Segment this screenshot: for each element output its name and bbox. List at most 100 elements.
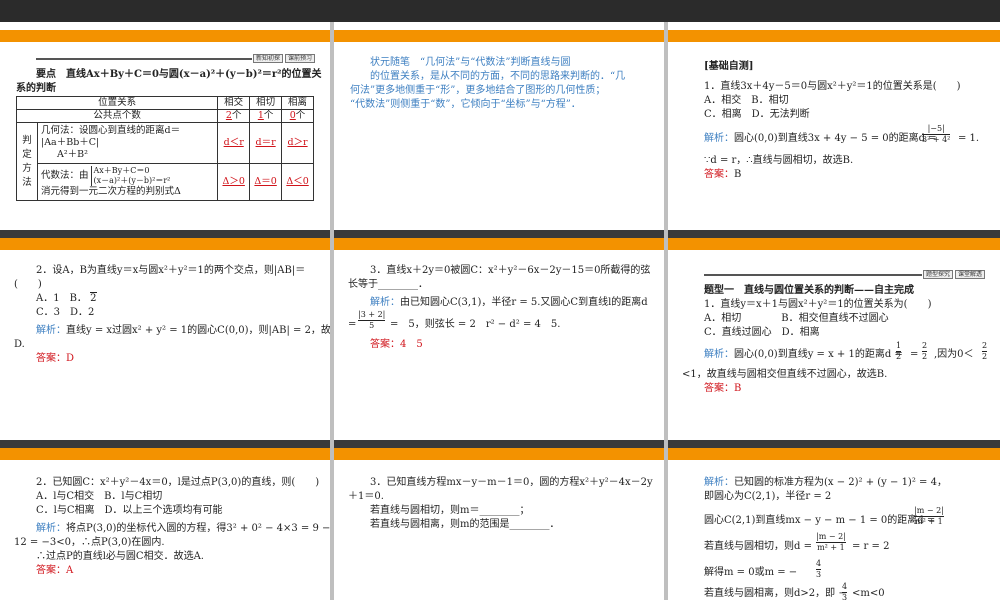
- tip-line: “代数法”则侧重于“数”，它倾向于“坐标”与“方程”．: [350, 99, 581, 110]
- question-text: 3．直线x＋2y＝0被圆C：x²＋y²－6x－2y－15＝0所截得的弦: [370, 265, 651, 276]
- solution-line: 即圆心为C(2,1)，半径r = 2: [704, 491, 832, 502]
- solution-text: = r = 2: [852, 541, 890, 552]
- fraction-denominator: 2: [982, 352, 988, 361]
- solution-line: ∵d = r，∴直线与圆相切，故选B.: [704, 155, 854, 166]
- solution-line: 若直线与圆相切，则d =: [704, 541, 812, 552]
- solution-label: 解析：: [36, 325, 66, 336]
- question-options: A．相切 B．相交但直线不过圆心: [704, 313, 889, 324]
- slide-header-bar: [0, 238, 330, 250]
- banner-tag: 课堂解透: [954, 270, 985, 279]
- alg-result: Δ＜0: [286, 176, 309, 187]
- unit-label: 个: [295, 110, 306, 121]
- fraction-numerator: 2: [982, 341, 988, 352]
- question-options: A．l与C相交 B．l与C相切: [36, 491, 163, 502]
- geo-denominator: A²＋B²: [57, 149, 88, 160]
- geo-line: 几何法：设圆心到直线的距离d＝: [41, 125, 181, 136]
- slide-4[interactable]: 2．设A，B为直线y＝x与圆x²＋y²＝1的两个交点，则|AB|＝ ( ) A．…: [0, 238, 330, 440]
- answer-label: 答案：: [36, 353, 66, 364]
- alg-result: Δ＞0: [222, 176, 245, 187]
- fraction-denominator: 3² + 4²: [922, 135, 951, 144]
- question-text: 若直线与圆相离，则m的范围是________．: [370, 519, 560, 530]
- fraction-numerator: 1: [896, 341, 902, 352]
- fraction-numerator: |m − 2|: [914, 506, 944, 517]
- slide-header-bar: [668, 238, 1000, 250]
- fraction-denominator: 5: [369, 321, 375, 330]
- solution-label: 解析：: [704, 349, 734, 360]
- section-heading: 题型一 直线与圆位置关系的判断——自主完成: [704, 285, 914, 296]
- method-char: 定: [22, 148, 32, 160]
- slide-1[interactable]: 新知初探 课前预习 要点 直线Ax＋By＋C＝0与圆(x－a)²＋(y－b)²＝…: [0, 30, 330, 230]
- solution-line: 解析：直线y = x过圆x² + y² = 1的圆心C(0,0)，则|AB| =…: [36, 324, 330, 338]
- question-options: C．3 D．2: [36, 307, 95, 318]
- slide-7[interactable]: 2．已知圆C：x²＋y²－4x＝0，l是过点P(3,0)的直线，则( ) A．l…: [0, 448, 330, 600]
- alg-line: 消元得到一元二次方程的判别式Δ: [41, 186, 181, 197]
- fraction-denominator: 2: [922, 352, 928, 361]
- solution-label: 解析：: [36, 523, 66, 534]
- fraction: 2 2: [982, 341, 988, 362]
- alg-line: 代数法：由: [41, 170, 89, 181]
- question-options: A．相交 B．相切: [704, 95, 789, 106]
- solution-label: 解析：: [704, 477, 734, 488]
- tip-line: 状元随笔 “几何法”与“代数法”判断直线与圆: [370, 57, 571, 68]
- tip-line: 何法”更多地侧重于“形”，更多地结合了图形的几何性质；: [350, 85, 606, 96]
- unit-label: 个: [231, 110, 242, 121]
- answer-line: 答案：D: [36, 352, 74, 366]
- answer-value: 4 5: [400, 339, 423, 350]
- solution-text: ,因为0＜: [934, 349, 974, 360]
- fraction: |m − 2| m² + 1: [816, 532, 846, 553]
- solution-text: 直线y = x过圆x² + y² = 1的圆心C(0,0)，则|AB| = 2，…: [66, 325, 330, 336]
- slide-9[interactable]: 解析：已知圆的标准方程为(x − 2)² + (y − 1)² = 4， 即圆心…: [668, 448, 1000, 600]
- solution-text: 将点P(3,0)的坐标代入圆的方程，得3² + 0² − 4×3 = 9 −: [66, 523, 330, 534]
- solution-line: 12 = −3<0，∴点P(3,0)在圆内.: [14, 537, 165, 548]
- answer-label: 答案：: [36, 565, 66, 576]
- fraction-denominator: m² + 1: [817, 543, 845, 552]
- solution-text: 已知圆的标准方程为(x − 2)² + (y − 1)² = 4，: [734, 477, 947, 488]
- slide-8[interactable]: 3．已知直线方程mx－y－m－1＝0，圆的方程x²＋y²－4x－2y ＋1＝0.…: [334, 448, 664, 600]
- answer-value: B: [734, 383, 742, 394]
- table-header: 位置关系: [15, 96, 219, 110]
- banner-tag: 新知初探: [252, 54, 283, 63]
- slide-header-bar: [0, 30, 330, 42]
- common-point-label: 公共点个数: [15, 109, 219, 123]
- question-text: ( ): [14, 279, 42, 290]
- solution-line: 若直线与圆相离，则d>2，即 −: [704, 588, 847, 599]
- solution-text: 由已知圆心C(3,1)，半径r = 5.又圆心C到直线l的距离d: [400, 297, 648, 308]
- solution-text: = 1.: [958, 133, 980, 144]
- fraction-numerator: |3 + 2|: [358, 310, 386, 321]
- answer-value: B: [734, 169, 742, 180]
- geometric-method: 几何法：设圆心到直线的距离d＝ |Aa＋Bb＋C| A²＋B²: [36, 122, 219, 164]
- section-banner: 新知初探 课前预习: [36, 54, 316, 63]
- fraction-numerator: 4: [842, 582, 848, 593]
- solution-line: ∴过点P的直线l必与圆C相交．故选A.: [36, 551, 204, 562]
- answer-label: 答案：: [704, 383, 734, 394]
- solution-line: 解析：圆心(0,0)到直线y = x + 1的距离d =: [704, 348, 903, 362]
- slide-header-bar: [334, 448, 664, 460]
- slide-header-bar: [668, 30, 1000, 42]
- slide-5[interactable]: 3．直线x＋2y＝0被圆C：x²＋y²－6x－2y－15＝0所截得的弦 长等于_…: [334, 238, 664, 440]
- fraction: 4 3: [816, 559, 822, 580]
- fraction: |3 + 2| 5: [358, 310, 386, 331]
- solution-label: 解析：: [704, 133, 734, 144]
- fraction: 1 2: [896, 341, 902, 362]
- fraction-numerator: 2: [922, 341, 928, 352]
- slide-3[interactable]: [基础自测] 1．直线3x＋4y－5＝0与圆x²＋y²＝1的位置关系是( ) A…: [668, 30, 1000, 230]
- alg-result: Δ＝0: [254, 176, 277, 187]
- solution-text: 圆心(0,0)到直线3x + 4y − 5 = 0的距离d =: [734, 133, 937, 144]
- fraction: 4 3: [842, 582, 848, 600]
- solution-text: =: [910, 349, 919, 360]
- fraction-denominator: 3: [816, 570, 822, 579]
- fraction-denominator: m² + 1: [915, 517, 943, 526]
- geo-result: d＞r: [287, 137, 308, 148]
- slide-6[interactable]: 题型探究 课堂解透 题型一 直线与圆位置关系的判断——自主完成 1．直线y＝x＋…: [668, 238, 1000, 440]
- answer-value: D: [66, 353, 75, 364]
- solution-line: 解析：将点P(3,0)的坐标代入圆的方程，得3² + 0² − 4×3 = 9 …: [36, 522, 330, 536]
- position-relation-table: 位置关系 相交 相切 相离 公共点个数 2个 1个 0个 判 定 方 法 几何法…: [15, 96, 314, 201]
- row-separator: [0, 230, 1000, 238]
- slide-2[interactable]: 状元随笔 “几何法”与“代数法”判断直线与圆 的位置关系，是从不同的方面，不同的…: [334, 30, 664, 230]
- key-point-title-cont: 系的判断: [16, 83, 56, 94]
- section-heading: [基础自测]: [704, 61, 754, 72]
- fraction-denominator: 3: [842, 593, 848, 600]
- banner-tag: 题型探究: [922, 270, 953, 279]
- question-text: ＋1＝0.: [348, 491, 384, 502]
- geo-result: d＝r: [255, 137, 276, 148]
